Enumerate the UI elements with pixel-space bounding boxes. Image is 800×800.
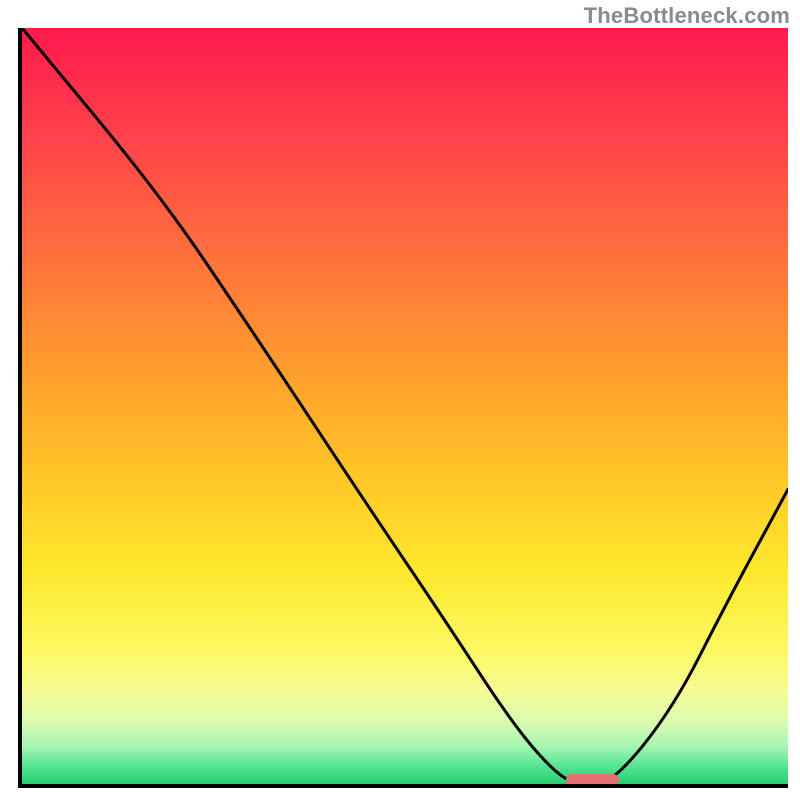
optimal-range-marker — [566, 774, 620, 786]
chart-container: TheBottleneck.com — [0, 0, 800, 800]
bottleneck-curve-line — [22, 28, 788, 784]
watermark-text: TheBottleneck.com — [584, 3, 790, 29]
plot-axes-frame — [18, 28, 788, 788]
bottleneck-curve-svg — [22, 28, 788, 784]
